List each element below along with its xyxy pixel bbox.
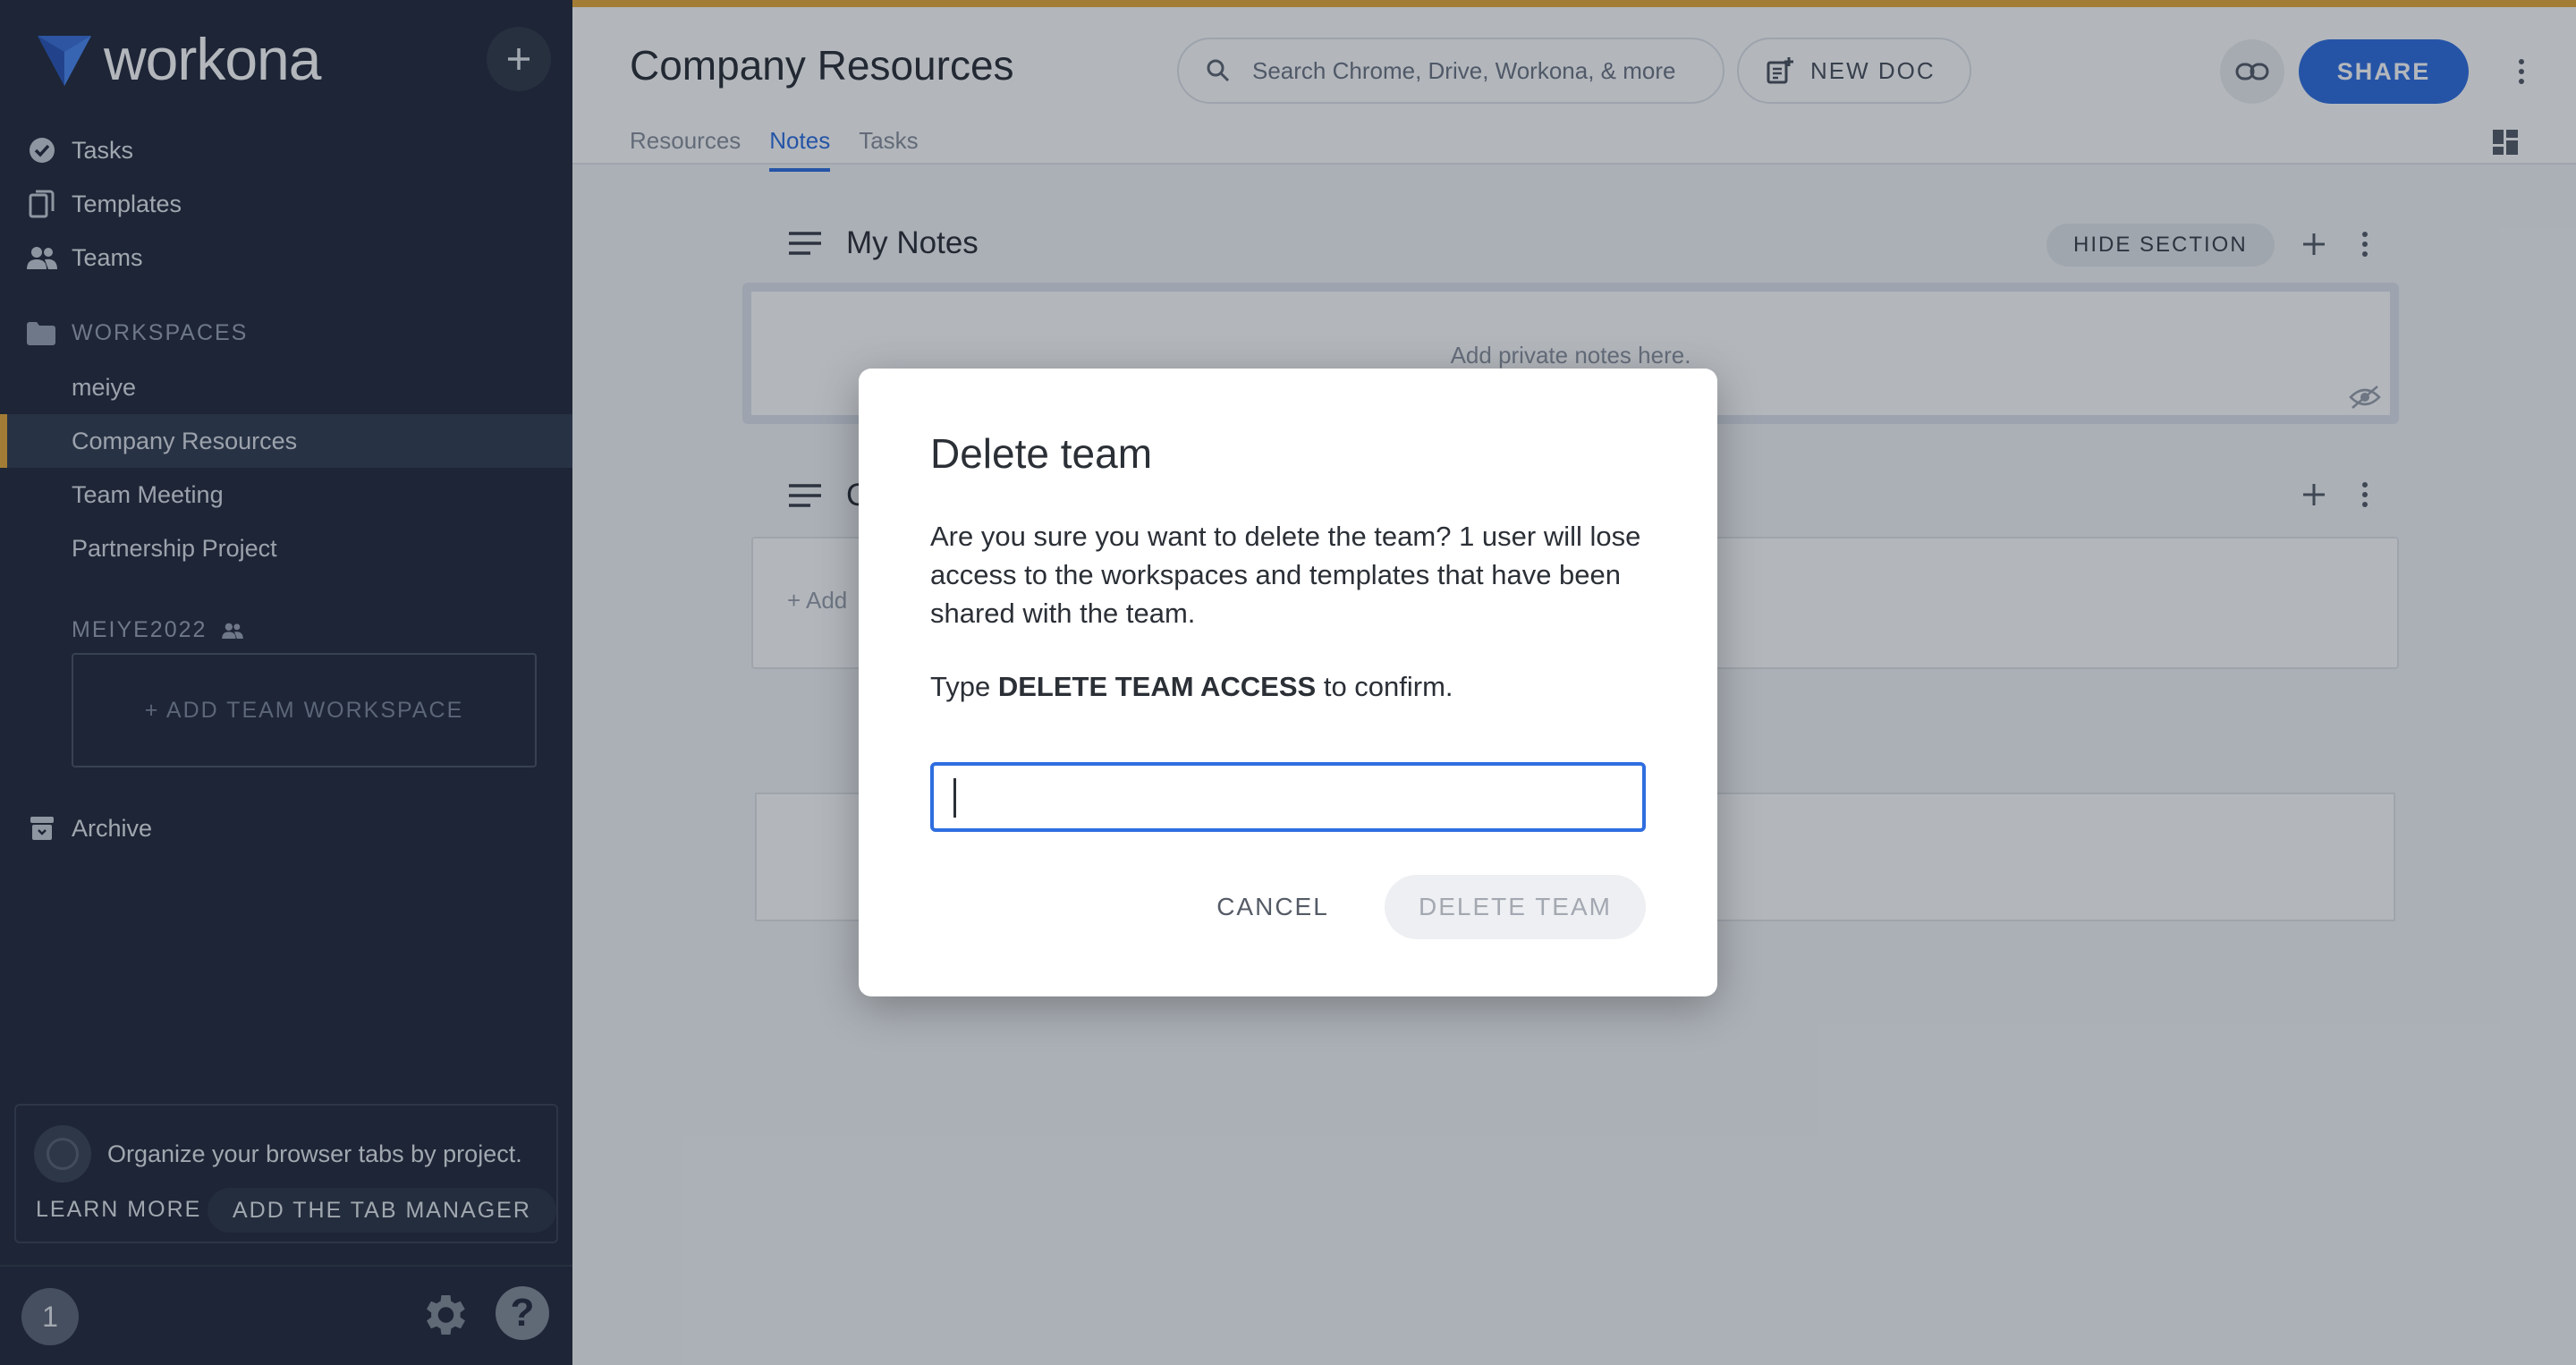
confirm-phrase: DELETE TEAM ACCESS <box>997 671 1317 702</box>
text-caret <box>953 778 956 818</box>
dialog-title: Delete team <box>930 430 1153 477</box>
confirm-text-input[interactable] <box>930 762 1646 832</box>
dialog-message: Are you sure you want to delete the team… <box>930 521 1641 629</box>
delete-team-dialog: Delete team Are you sure you want to del… <box>859 369 1717 996</box>
confirm-prefix: Type <box>930 671 998 702</box>
delete-team-button[interactable]: DELETE TEAM <box>1385 875 1646 939</box>
confirm-instruction: Type DELETE TEAM ACCESS to confirm. <box>930 671 1453 703</box>
confirm-suffix: to confirm. <box>1316 671 1453 702</box>
cancel-button[interactable]: CANCEL <box>1206 875 1340 939</box>
